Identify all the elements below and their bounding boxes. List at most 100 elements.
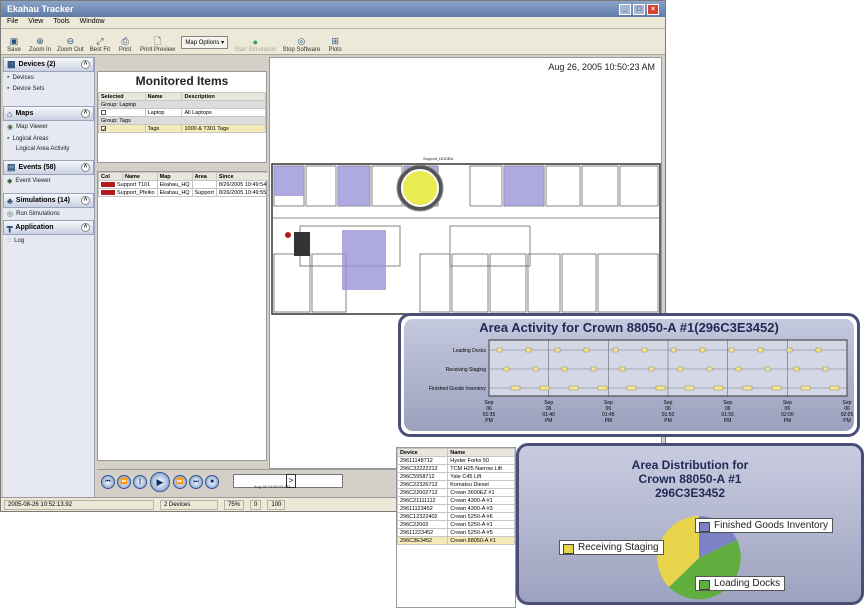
stop-button[interactable]: ■ — [205, 475, 219, 489]
table-row[interactable]: 296C22002 Crown 5250-A #1 — [396, 520, 515, 529]
minimize-button[interactable]: _ — [619, 3, 631, 15]
application-section-header[interactable]: ┳ Application ˄ — [3, 220, 94, 235]
menu-tools[interactable]: Tools — [53, 18, 69, 27]
start-simulation-button[interactable]: ● Start Simulation — [234, 36, 276, 54]
fast-forward-button[interactable]: ⏩ — [173, 475, 187, 489]
table-row[interactable]: ✓ Tags 1000 & T301 Tags — [98, 124, 266, 133]
save-button[interactable]: ▣ Save — [5, 36, 23, 53]
window-title: Ekahau Tracker — [7, 4, 74, 14]
checkbox[interactable] — [101, 109, 106, 115]
column-header[interactable]: Device — [396, 448, 449, 457]
table-row[interactable]: 296C22002712 Crown 3600EZ #1 — [396, 488, 515, 497]
menu-file[interactable]: File — [7, 18, 18, 27]
zoom-out-button[interactable]: ⊖ Zoom Out — [57, 36, 84, 53]
sidebar-item-label: Device Sets — [12, 85, 45, 92]
sidebar-item-devices[interactable]: ▪ Devices — [3, 72, 94, 83]
activity-marker — [503, 366, 510, 372]
maps-section-header[interactable]: ⌂ Maps ˄ — [3, 106, 94, 121]
legend-receiving-staging: Receiving Staging — [559, 540, 664, 555]
desc-cell: All Laptops — [181, 108, 266, 117]
simulations-section-header[interactable]: ♣ Simulations (14) ˄ — [3, 193, 94, 208]
device-id-cell: 296C22002 — [396, 520, 449, 529]
column-header[interactable]: Name — [447, 448, 515, 457]
device-name-cell: TCM H25 Narrow Lift — [447, 464, 515, 473]
column-header[interactable]: Selected — [98, 92, 146, 101]
column-header[interactable]: Map — [156, 172, 193, 181]
device-name-cell: Komatsu Diesel — [447, 480, 515, 489]
best-fit-icon: ⤢ — [96, 36, 104, 46]
print-label: Print — [118, 47, 132, 53]
table-row[interactable]: 296C5558712 Yale C45 Lift — [396, 472, 515, 481]
activity-marker — [735, 366, 742, 372]
activity-marker — [706, 366, 713, 372]
skip-forward-button[interactable]: ⏭ — [189, 475, 203, 489]
activity-marker — [793, 366, 800, 372]
activity-marker — [728, 347, 735, 353]
screenshot-stage: Ekahau Tracker _ □ × File View Tools Win… — [0, 0, 867, 608]
table-row[interactable]: 296C32222212 TCM H25 Narrow Lift — [396, 464, 515, 473]
table-row[interactable]: Laptop All Laptops — [98, 108, 266, 117]
maximize-button[interactable]: □ — [633, 3, 645, 15]
sidebar-item-run-simulations[interactable]: ◎ Run Simulations — [3, 208, 94, 220]
activity-marker — [590, 366, 597, 372]
zoom-in-button[interactable]: ⊕ Zoom In — [29, 36, 51, 53]
time-slider[interactable]: > Aug 26 10:50:23 AM — [233, 474, 343, 489]
plots-button[interactable]: ⊞ Plots — [326, 36, 344, 53]
column-header[interactable]: Area — [191, 172, 217, 181]
table-row[interactable]: 296C22326712 Komatsu Diesel — [396, 480, 515, 489]
table-row[interactable]: Support_Pfeiko Ekahau_HQ Support 8/26/2005 … — [98, 188, 270, 197]
activity-marker — [742, 385, 753, 391]
table-row[interactable]: 296C21111112 Crown 4300-A #1 — [396, 496, 515, 505]
table-row[interactable]: Support T101 Ekahau_HQ 8/26/2005 10:49:54 — [98, 180, 270, 189]
activity-marker — [626, 385, 637, 391]
sidebar-item-logical-area-activity[interactable]: Logical Area Activity — [3, 144, 94, 154]
print-button[interactable]: ⎙ Print — [116, 36, 134, 53]
column-header[interactable]: Name — [122, 172, 158, 181]
map-options-dropdown[interactable]: Map Options ▾ — [181, 36, 229, 49]
best-fit-button[interactable]: ⤢ Best Fit — [90, 36, 110, 53]
play-button[interactable]: ▶ — [150, 472, 170, 492]
device-name-cell: Crown 5250-A #6 — [447, 512, 515, 521]
group-row[interactable]: Group: Tags — [98, 116, 266, 125]
collapse-icon[interactable]: ˄ — [81, 223, 90, 232]
pause-button[interactable]: ∥ — [133, 475, 147, 489]
table-row[interactable]: 29611223452 Crown 5250-A #5 — [396, 528, 515, 537]
sidebar-item-log[interactable]: ◌ Log — [3, 235, 94, 246]
stop-icon: ◎ — [297, 36, 306, 46]
table-row[interactable]: 29611123452 Crown 4300-A #3 — [396, 504, 515, 513]
table-row[interactable]: 296C12322402 Crown 5250-A #6 — [396, 512, 515, 521]
skip-back-button[interactable]: ⏮ — [101, 475, 115, 489]
device-set-icon: ▪ — [7, 85, 10, 92]
sidebar: ▦ Devices (2) ˄ ▪ Devices ▪ Device Sets ⌂ Map… — [3, 57, 95, 497]
menu-window[interactable]: Window — [80, 18, 105, 27]
column-header[interactable]: Name — [144, 92, 183, 101]
sidebar-item-event-viewer[interactable]: ◆ Event Viewer — [3, 175, 94, 187]
collapse-icon[interactable]: ˄ — [81, 196, 90, 205]
legend-label: Loading Docks — [714, 578, 781, 589]
table-row[interactable]: 296C3E3452 Crown 88050-A #1 — [396, 536, 515, 545]
group-row[interactable]: Group: Laptop — [98, 100, 266, 109]
stop-software-button[interactable]: ◎ Stop Software — [282, 36, 320, 53]
collapse-icon[interactable]: ˄ — [81, 109, 90, 118]
events-section-header[interactable]: ▤ Events (58) ˄ — [3, 160, 94, 175]
sidebar-item-map-viewer[interactable]: ◉ Map Viewer — [3, 121, 94, 133]
sidebar-item-device-sets[interactable]: ▪ Device Sets — [3, 83, 94, 94]
zoom-in-icon: ⊕ — [36, 36, 44, 46]
menu-view[interactable]: View — [28, 18, 43, 27]
legend-loading-docks: Loading Docks — [695, 576, 786, 591]
sidebar-item-logical-areas[interactable]: ▪ Logical Areas — [3, 133, 94, 144]
close-button[interactable]: × — [647, 3, 659, 15]
activity-marker — [568, 385, 579, 391]
map-viewer-icon: ◉ — [7, 124, 14, 131]
column-header[interactable]: Description — [181, 92, 266, 101]
devices-section-header[interactable]: ▦ Devices (2) ˄ — [3, 57, 94, 72]
table-row[interactable]: 29611148712 Hyster Forks 50 — [396, 456, 515, 465]
column-header[interactable]: Since — [215, 172, 270, 181]
print-preview-button[interactable]: 🗋 Print Preview — [140, 36, 175, 54]
column-header[interactable]: Col — [98, 172, 123, 181]
collapse-icon[interactable]: ˄ — [81, 60, 90, 69]
checkbox[interactable]: ✓ — [101, 125, 107, 132]
collapse-icon[interactable]: ˄ — [81, 163, 90, 172]
activity-marker — [496, 347, 503, 353]
rewind-button[interactable]: ⏪ — [117, 475, 131, 489]
